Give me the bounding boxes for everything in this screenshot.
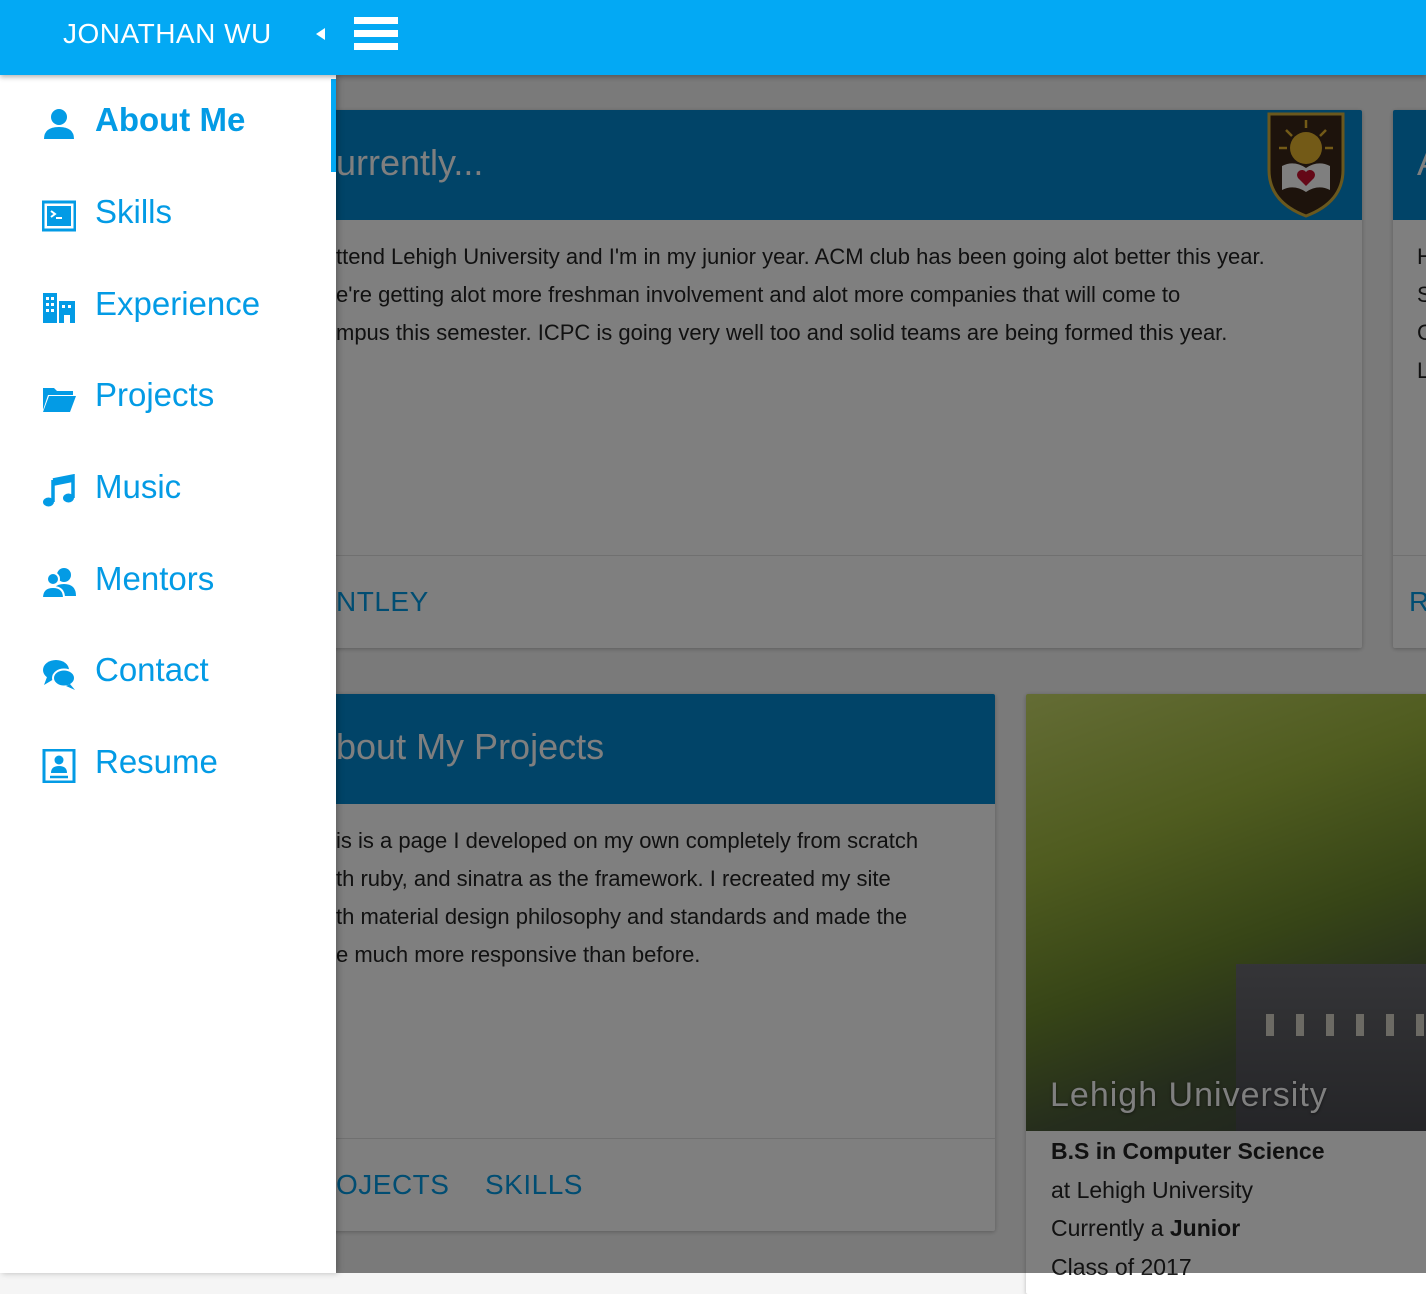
nav-item-about-me[interactable]: About Me [0,87,336,167]
folder-icon [43,388,76,412]
nav-label: Mentors [95,560,215,597]
nav-item-mentors[interactable]: Mentors [0,546,336,626]
nav-label: Projects [95,376,215,413]
document-icon [42,749,76,783]
collapse-caret-icon[interactable] [316,28,325,40]
brand-name[interactable]: JONATHAN WU [63,18,272,50]
nav-item-contact[interactable]: Contact [0,637,336,717]
nav-label: Resume [95,743,218,780]
nav-item-experience[interactable]: Experience [0,271,336,351]
terminal-icon [42,200,76,232]
person-icon [44,109,74,139]
music-note-icon [43,474,75,507]
building-icon [43,293,75,323]
nav-item-projects[interactable]: Projects [0,362,336,442]
nav-item-skills[interactable]: Skills [0,179,336,259]
nav-label: Contact [95,651,209,688]
app-bar: JONATHAN WU [0,0,1426,75]
nav-label: Skills [95,193,173,230]
nav-label: Experience [95,285,261,322]
nav-label: About Me [95,101,246,138]
nav-item-resume[interactable]: Resume [0,729,336,809]
menu-icon[interactable] [354,17,398,50]
nav-item-music[interactable]: Music [0,454,336,534]
nav-label: Music [95,468,182,505]
chat-bubbles-icon [43,660,76,690]
people-icon [42,568,76,599]
side-nav-drawer: About Me Skills Experience Projects Musi… [0,75,336,1273]
